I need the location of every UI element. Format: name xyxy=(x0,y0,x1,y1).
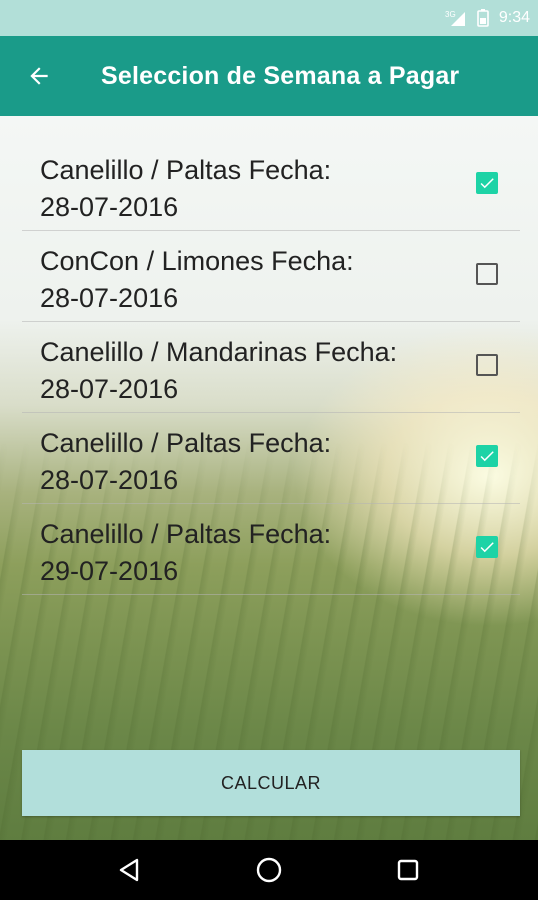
nav-back-icon[interactable] xyxy=(110,850,150,890)
calcular-button[interactable]: CALCULAR xyxy=(22,750,520,816)
battery-icon xyxy=(477,9,489,27)
item-label: ConCon / Limones Fecha: 28-07-2016 xyxy=(40,246,354,313)
status-time: 9:34 xyxy=(498,9,530,26)
list-item[interactable]: Canelillo / Paltas Fecha: 29-07-2016 xyxy=(22,504,520,595)
network-type: 3G xyxy=(445,10,456,19)
list-item[interactable]: Canelillo / Paltas Fecha: 28-07-2016 xyxy=(22,413,520,504)
item-label: Canelillo / Mandarinas Fecha: 28-07-2016 xyxy=(40,337,398,404)
item-checkbox[interactable] xyxy=(476,536,498,558)
item-checkbox[interactable] xyxy=(476,263,498,285)
app-bar: Seleccion de Semana a Pagar xyxy=(0,36,538,116)
item-checkbox[interactable] xyxy=(476,354,498,376)
checkmark-icon xyxy=(480,178,494,189)
checkmark-icon xyxy=(480,451,494,462)
nav-home-icon[interactable] xyxy=(249,850,289,890)
list-item[interactable]: Canelillo / Mandarinas Fecha: 28-07-2016 xyxy=(22,322,520,413)
checkmark-icon xyxy=(480,542,494,553)
item-label: Canelillo / Paltas Fecha: 28-07-2016 xyxy=(40,155,332,222)
status-bar: 3G 9:34 xyxy=(0,0,538,36)
item-checkbox[interactable] xyxy=(476,172,498,194)
page-title: Seleccion de Semana a Pagar xyxy=(101,61,460,90)
week-list: Canelillo / Paltas Fecha: 28-07-2016 ConC… xyxy=(22,140,520,595)
navigation-bar xyxy=(0,840,538,900)
arrow-left-icon[interactable] xyxy=(24,61,54,91)
item-label: Canelillo / Paltas Fecha: 28-07-2016 xyxy=(40,428,332,495)
nav-recents-icon[interactable] xyxy=(388,850,428,890)
signal-icon: 3G xyxy=(445,9,489,27)
list-item[interactable]: ConCon / Limones Fecha: 28-07-2016 xyxy=(22,231,520,322)
item-label: Canelillo / Paltas Fecha: 29-07-2016 xyxy=(40,519,332,586)
content-background: Canelillo / Paltas Fecha: 28-07-2016 ConC… xyxy=(0,116,538,840)
list-item[interactable]: Canelillo / Paltas Fecha: 28-07-2016 xyxy=(22,140,520,231)
item-checkbox[interactable] xyxy=(476,445,498,467)
